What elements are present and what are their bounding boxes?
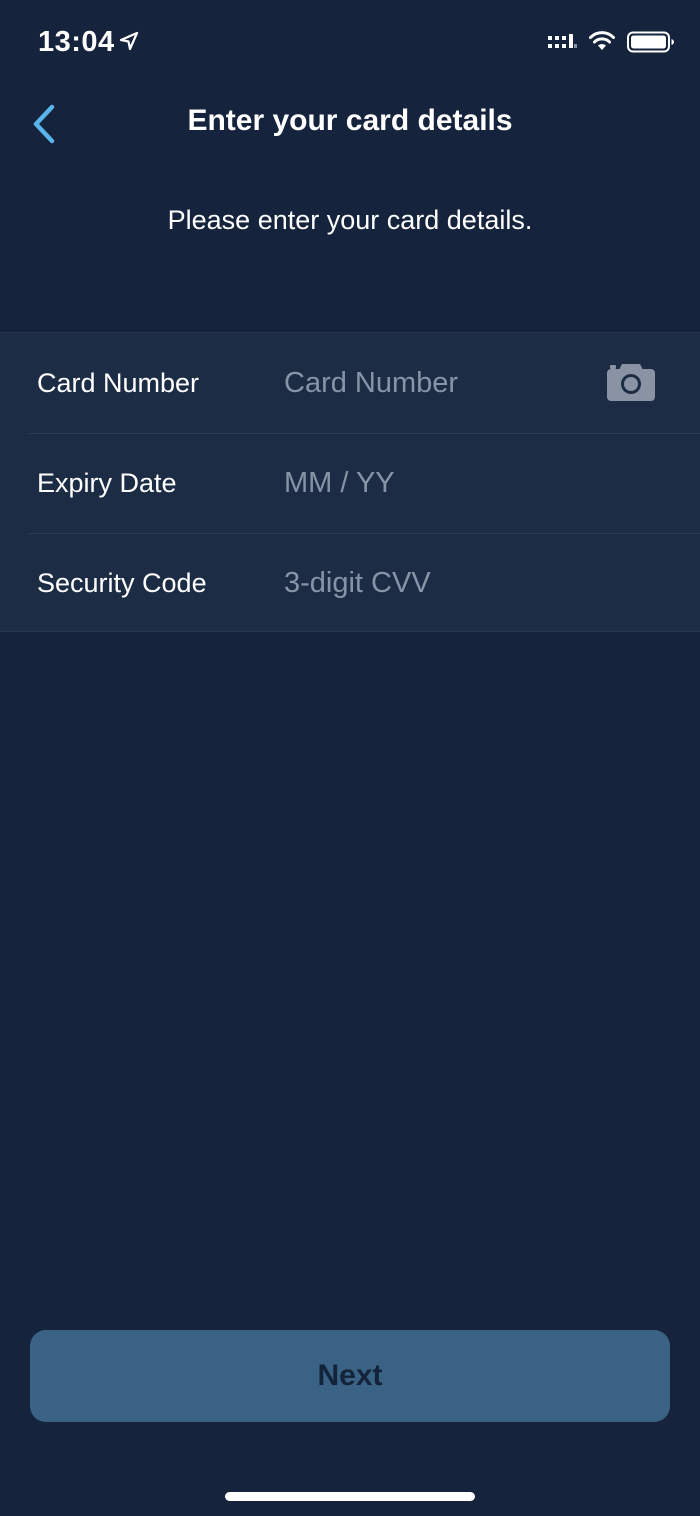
card-number-label: Card Number <box>37 367 200 398</box>
camera-icon[interactable] <box>604 362 658 404</box>
page-title: Enter your card details <box>187 104 513 137</box>
card-details-screen: 13:04 Enter your card details Please ent… <box>0 0 700 1516</box>
location-arrow-icon <box>119 31 139 51</box>
card-number-input[interactable] <box>284 353 584 413</box>
wifi-icon <box>589 31 615 50</box>
next-button[interactable]: Next <box>30 1330 670 1422</box>
battery-icon <box>627 31 674 53</box>
instructions-text: Please enter your card details. <box>167 205 533 235</box>
security-code-row: Security Code <box>0 533 700 633</box>
expiry-date-input[interactable] <box>284 453 584 513</box>
expiry-date-label: Expiry Date <box>37 467 177 498</box>
cellular-signal-icon <box>548 34 577 48</box>
card-details-form: Card Number Expiry Date Security Code <box>0 332 700 632</box>
card-number-row: Card Number <box>0 333 700 433</box>
security-code-input[interactable] <box>284 553 584 613</box>
home-indicator <box>225 1492 475 1501</box>
security-code-label: Security Code <box>37 567 207 598</box>
status-time: 13:04 <box>38 26 115 58</box>
expiry-date-row: Expiry Date <box>0 433 700 533</box>
status-bar: 13:04 <box>0 0 700 86</box>
